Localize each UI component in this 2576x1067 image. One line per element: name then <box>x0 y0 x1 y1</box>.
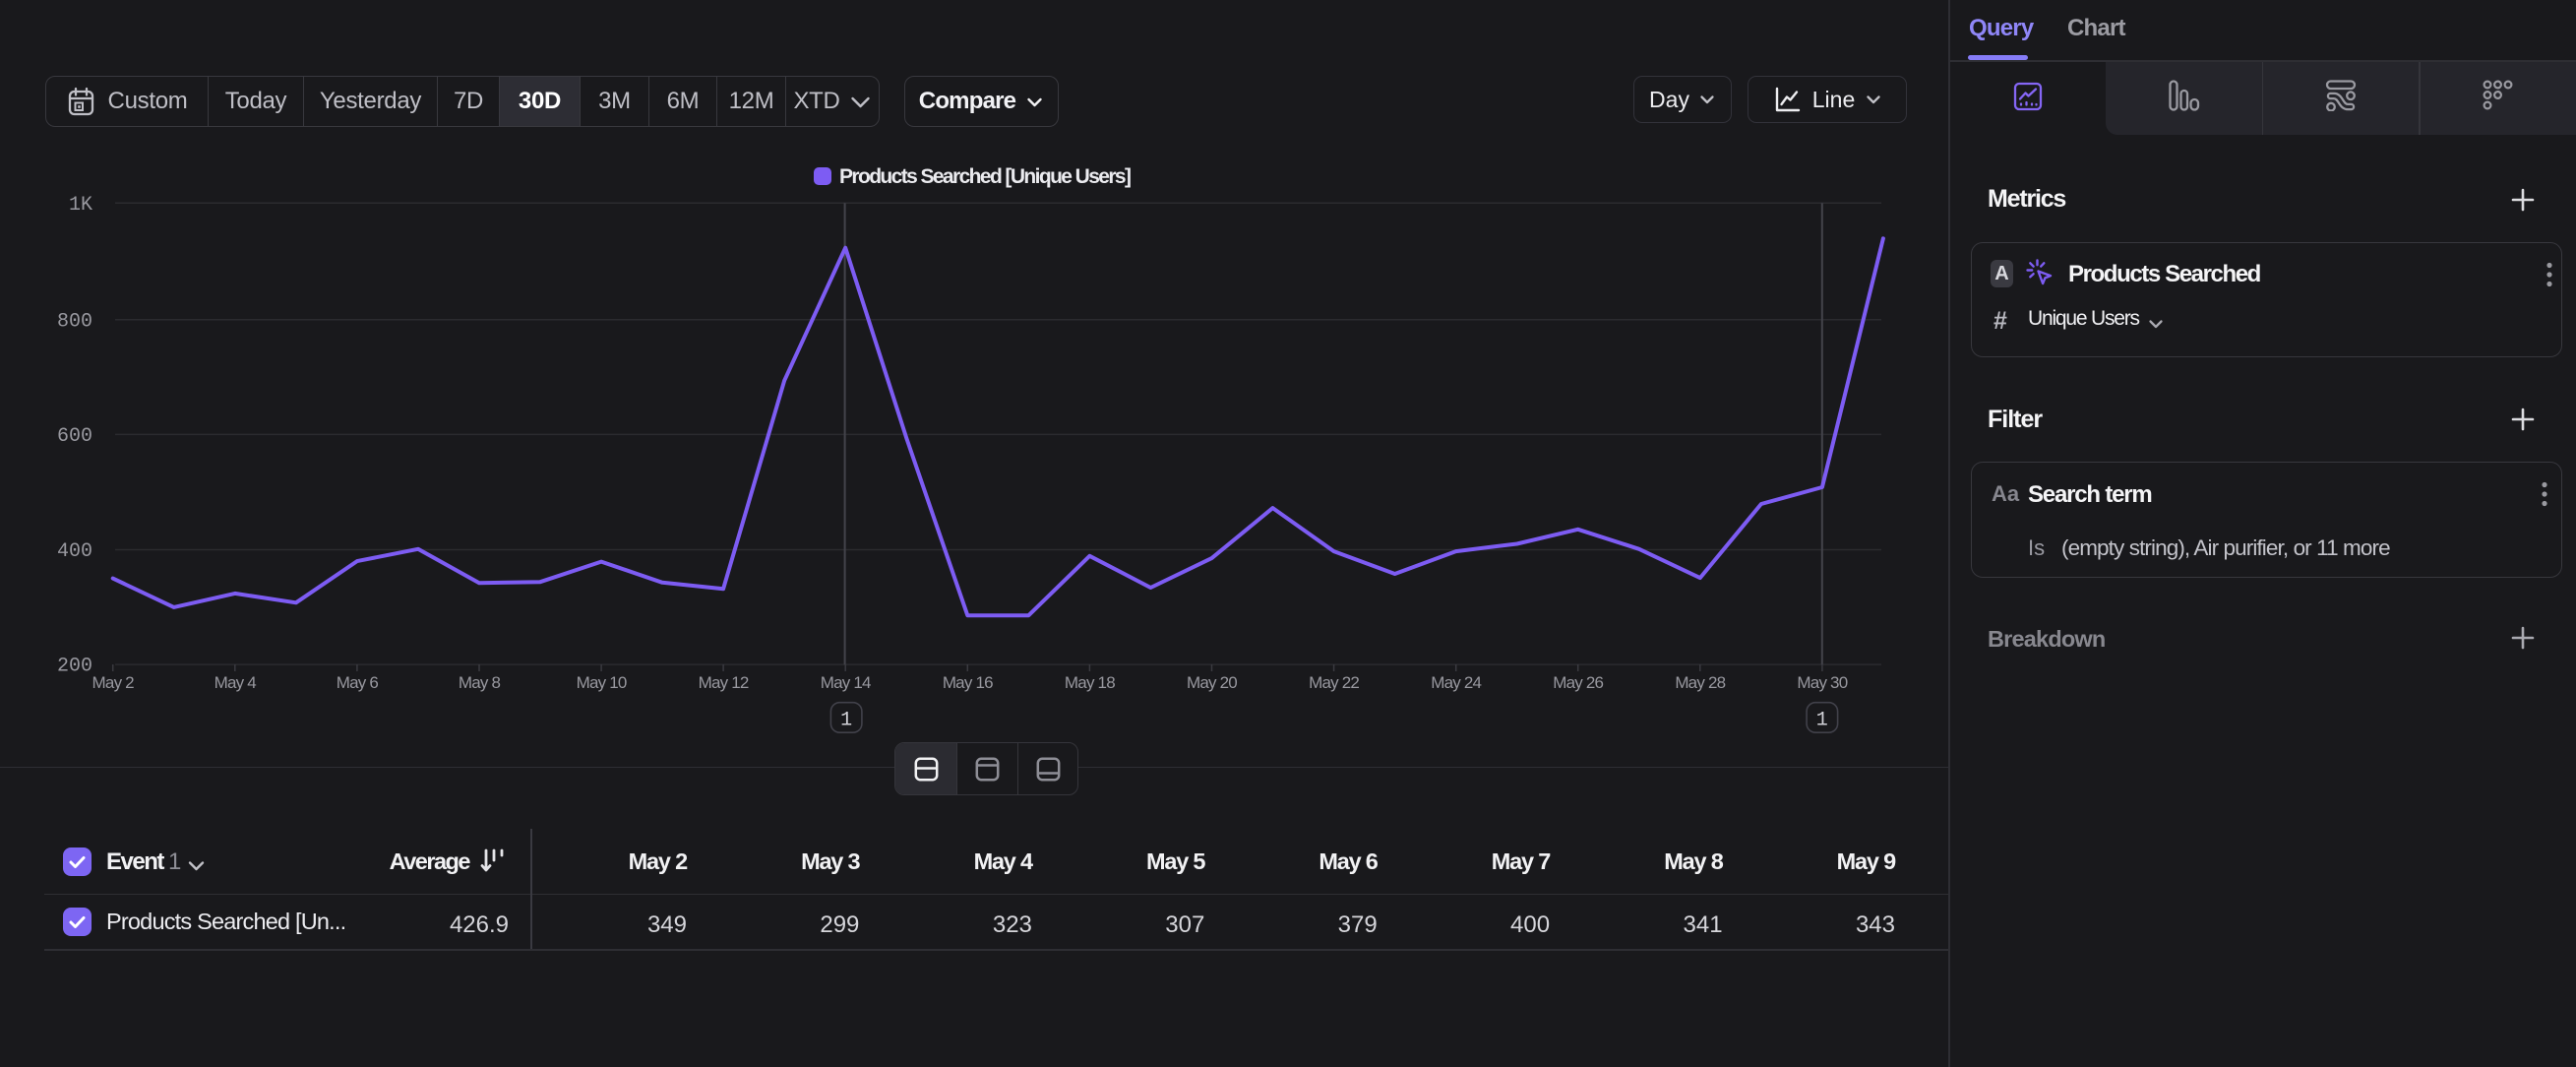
svg-text:1: 1 <box>1816 710 1828 732</box>
svg-text:400: 400 <box>57 540 92 563</box>
svg-text:May 30: May 30 <box>1797 673 1847 692</box>
svg-text:1K: 1K <box>69 194 92 217</box>
svg-text:May 18: May 18 <box>1065 673 1115 692</box>
svg-text:1: 1 <box>840 710 852 732</box>
svg-text:May 24: May 24 <box>1431 673 1481 692</box>
svg-text:May 12: May 12 <box>699 673 749 692</box>
svg-text:200: 200 <box>57 656 92 678</box>
svg-text:May 10: May 10 <box>577 673 627 692</box>
svg-text:May 22: May 22 <box>1309 673 1359 692</box>
svg-text:May 4: May 4 <box>215 673 257 692</box>
svg-text:May 26: May 26 <box>1553 673 1603 692</box>
svg-text:May 16: May 16 <box>943 673 993 692</box>
svg-text:May 14: May 14 <box>821 673 871 692</box>
svg-text:May 2: May 2 <box>92 673 135 692</box>
svg-text:800: 800 <box>57 311 92 334</box>
svg-text:May 8: May 8 <box>459 673 501 692</box>
svg-text:600: 600 <box>57 425 92 448</box>
svg-text:May 28: May 28 <box>1675 673 1725 692</box>
svg-text:May 20: May 20 <box>1187 673 1237 692</box>
svg-text:May 6: May 6 <box>337 673 379 692</box>
svg-text:Products Searched [Unique User: Products Searched [Unique Users] <box>839 165 1131 188</box>
